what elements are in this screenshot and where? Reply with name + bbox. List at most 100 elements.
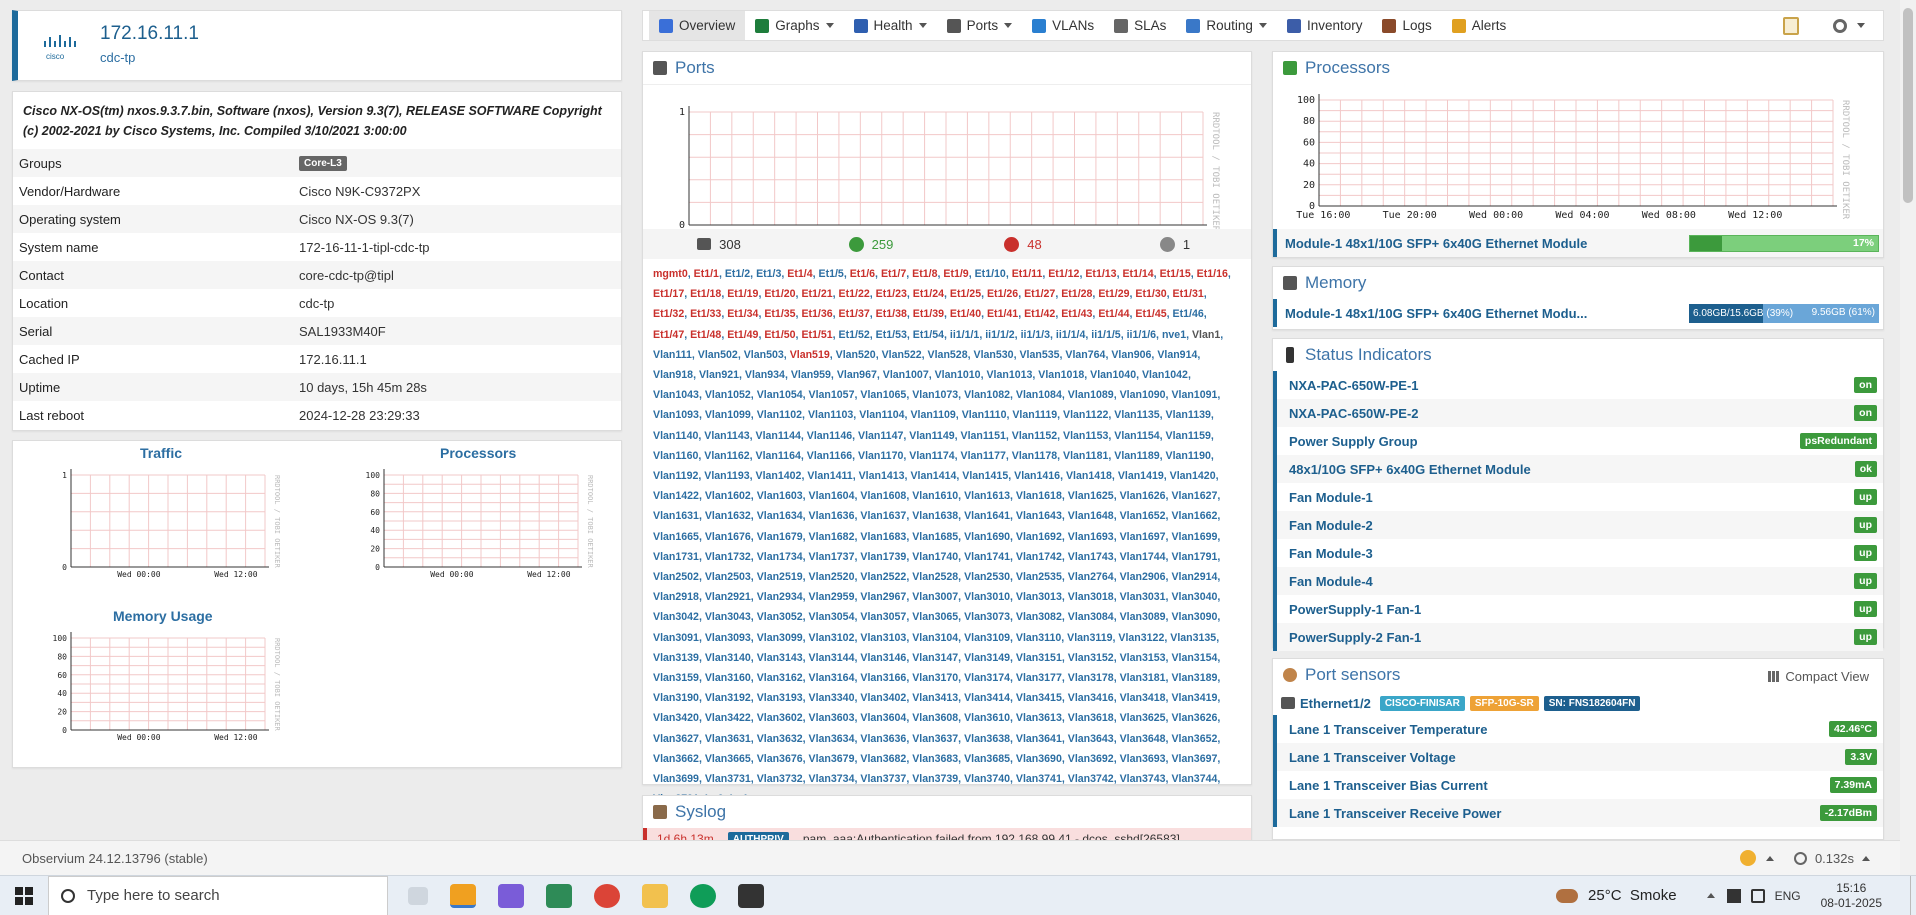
port-link[interactable]: Vlan3627 xyxy=(653,733,699,745)
port-link[interactable]: Vlan3174 xyxy=(964,672,1010,684)
port-link[interactable]: Et1/20 xyxy=(764,288,795,300)
port-link[interactable]: Vlan3739 xyxy=(912,773,958,785)
notes-icon[interactable] xyxy=(1783,16,1799,35)
port-link[interactable]: ii1/1/4 xyxy=(1056,329,1085,341)
status-name[interactable]: Fan Module-1 xyxy=(1289,490,1373,505)
port-link[interactable]: Vlan3683 xyxy=(912,753,958,765)
port-link[interactable]: Vlan3104 xyxy=(912,632,958,644)
port-link[interactable]: Vlan1416 xyxy=(1014,470,1060,482)
port-link[interactable]: Vlan2535 xyxy=(1016,571,1062,583)
port-link[interactable]: Vlan3685 xyxy=(964,753,1010,765)
port-link[interactable]: Vlan2764 xyxy=(1068,571,1114,583)
port-link[interactable]: Vlan522 xyxy=(882,349,922,361)
port-link[interactable]: Vlan3193 xyxy=(757,692,803,704)
port-link[interactable]: Vlan1732 xyxy=(705,551,751,563)
port-link[interactable]: Vlan1618 xyxy=(1016,490,1062,502)
port-link[interactable]: Vlan3177 xyxy=(1016,672,1062,684)
app-icon-1[interactable] xyxy=(450,883,476,908)
port-link[interactable]: Vlan1135 xyxy=(1114,409,1159,421)
port-link[interactable]: Vlan528 xyxy=(928,349,968,361)
ports-disabled-count[interactable]: 1 xyxy=(1183,237,1190,252)
port-link[interactable]: Vlan3139 xyxy=(653,652,699,664)
port-link[interactable]: Vlan3109 xyxy=(964,632,1010,644)
port-link[interactable]: Vlan3740 xyxy=(964,773,1010,785)
port-link[interactable]: Vlan3418 xyxy=(1120,692,1166,704)
port-link[interactable]: Et1/4 xyxy=(787,268,812,280)
port-link[interactable]: Vlan1744 xyxy=(1120,551,1166,563)
port-link[interactable]: Vlan3631 xyxy=(705,733,751,745)
port-link[interactable]: Vlan1415 xyxy=(962,470,1008,482)
status-row[interactable]: NXA-PAC-650W-PE-1 on xyxy=(1273,371,1883,399)
processors-title[interactable]: Processors xyxy=(1305,58,1390,78)
port-link[interactable]: Vlan111 xyxy=(653,349,692,361)
chrome-icon[interactable] xyxy=(594,883,620,908)
port-link[interactable]: Vlan3166 xyxy=(860,672,906,684)
windows-start-icon[interactable] xyxy=(0,876,48,915)
port-link[interactable]: Vlan1192 xyxy=(653,470,698,482)
port-link[interactable]: Et1/44 xyxy=(1098,308,1129,320)
status-row[interactable]: Fan Module-3 up xyxy=(1273,539,1883,567)
memory-module-name[interactable]: Module-1 48x1/10G SFP+ 6x40G Ethernet Mo… xyxy=(1277,306,1689,321)
port-link[interactable]: Et1/36 xyxy=(801,308,832,320)
port-link[interactable]: Et1/6 xyxy=(850,268,875,280)
nav-inventory[interactable]: Inventory xyxy=(1277,11,1373,40)
memory-graph-title[interactable]: Memory Usage xyxy=(113,608,213,624)
port-link[interactable]: Et1/52 xyxy=(839,329,870,341)
port-link[interactable]: Et1/17 xyxy=(653,288,684,300)
port-link[interactable]: Vlan3665 xyxy=(705,753,751,765)
chrome-icon-2[interactable] xyxy=(690,883,716,908)
port-link[interactable]: Et1/43 xyxy=(1061,308,1092,320)
port-link[interactable]: Vlan502 xyxy=(698,349,738,361)
port-link[interactable]: ii1/1/1 xyxy=(950,329,979,341)
port-link[interactable]: Vlan530 xyxy=(974,349,1014,361)
port-link[interactable]: Vlan2959 xyxy=(809,591,855,603)
sensor-row[interactable]: Lane 1 Transceiver Receive Power -2.17dBm xyxy=(1273,799,1883,827)
processor-module-row[interactable]: Module-1 48x1/10G SFP+ 6x40G Ethernet Mo… xyxy=(1273,229,1883,257)
port-link[interactable]: Vlan3643 xyxy=(1068,733,1114,745)
port-link[interactable]: Vlan2921 xyxy=(705,591,751,603)
port-link[interactable]: Vlan3604 xyxy=(860,712,906,724)
port-link[interactable]: Vlan1146 xyxy=(807,430,852,442)
port-link[interactable]: Vlan3692 xyxy=(1068,753,1114,765)
port-link[interactable]: Vlan3144 xyxy=(809,652,855,664)
port-link[interactable]: Vlan1625 xyxy=(1068,490,1114,502)
port-link[interactable]: Et1/41 xyxy=(987,308,1018,320)
status-name[interactable]: Fan Module-3 xyxy=(1289,546,1373,561)
port-link[interactable]: Vlan1091 xyxy=(1171,389,1217,401)
port-link[interactable]: Vlan503 xyxy=(744,349,784,361)
memory-module-row[interactable]: Module-1 48x1/10G SFP+ 6x40G Ethernet Mo… xyxy=(1273,299,1883,327)
port-link[interactable]: Vlan3147 xyxy=(912,652,958,664)
compact-view-link[interactable]: Compact View xyxy=(1768,669,1869,684)
page-time-label[interactable]: 0.132s xyxy=(1815,851,1854,866)
syslog-title[interactable]: Syslog xyxy=(675,802,726,822)
port-link[interactable]: Et1/10 xyxy=(975,268,1006,280)
nav-alerts[interactable]: Alerts xyxy=(1442,11,1517,40)
port-link[interactable]: Vlan3192 xyxy=(705,692,751,704)
status-name[interactable]: 48x1/10G SFP+ 6x40G Ethernet Module xyxy=(1289,462,1531,477)
port-link[interactable]: Et1/5 xyxy=(819,268,844,280)
weather-icon[interactable] xyxy=(1556,888,1579,903)
memory-mini-graph[interactable]: 100 80 60 40 20 0 Wed 00:00 Wed 12:00 RRDTOOL / … xyxy=(33,630,313,760)
port-link[interactable]: Vlan1052 xyxy=(705,389,751,401)
port-link[interactable]: Vlan2502 xyxy=(653,571,699,583)
port-link[interactable]: Vlan3602 xyxy=(757,712,803,724)
port-link[interactable]: Vlan1007 xyxy=(883,369,929,381)
port-link[interactable]: ii1/1/6 xyxy=(1127,329,1156,341)
port-link[interactable]: Vlan1419 xyxy=(1118,470,1164,482)
port-link[interactable]: Vlan3103 xyxy=(860,632,906,644)
port-link[interactable]: Et1/25 xyxy=(950,288,981,300)
sensor-name[interactable]: Lane 1 Transceiver Temperature xyxy=(1289,722,1487,737)
port-link[interactable]: Vlan3146 xyxy=(860,652,906,664)
show-desktop[interactable] xyxy=(1910,875,1916,915)
nav-slas[interactable]: SLAs xyxy=(1104,11,1176,40)
port-link[interactable]: Vlan3420 xyxy=(653,712,699,724)
port-link[interactable]: Vlan3732 xyxy=(757,773,803,785)
port-link[interactable]: Et1/18 xyxy=(690,288,721,300)
port-link[interactable]: Vlan1073 xyxy=(912,389,958,401)
port-link[interactable]: Et1/50 xyxy=(764,329,795,341)
status-row[interactable]: NXA-PAC-650W-PE-2 on xyxy=(1273,399,1883,427)
port-link[interactable]: Et1/22 xyxy=(839,288,870,300)
port-link[interactable]: Et1/11 xyxy=(1012,268,1043,280)
port-link[interactable]: Vlan1109 xyxy=(910,409,955,421)
port-link[interactable]: Et1/34 xyxy=(727,308,758,320)
